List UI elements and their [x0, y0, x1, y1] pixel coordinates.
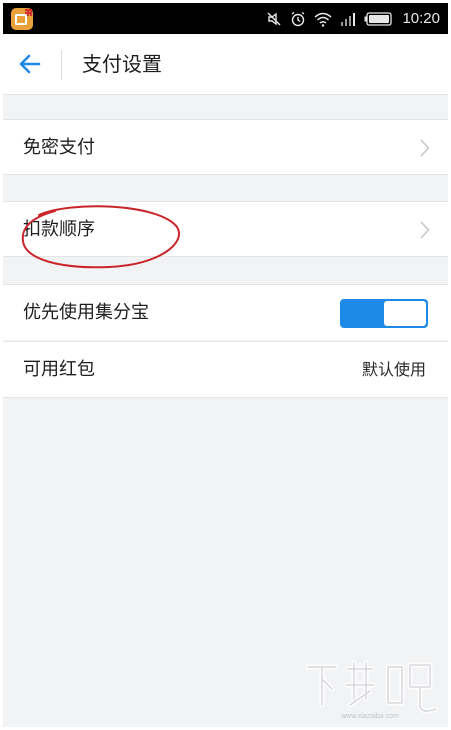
alarm-icon: [292, 11, 305, 26]
watermark-logo: www.xiazaiba.com: [305, 660, 439, 720]
app-notification-icon: [11, 8, 33, 30]
back-arrow-icon[interactable]: [17, 52, 43, 76]
chevron-right-icon: [420, 139, 430, 157]
settings-item-password-free-payment[interactable]: 免密支付: [3, 119, 448, 175]
settings-item-label: 扣款顺序: [23, 219, 95, 240]
settings-item-available-red-packet[interactable]: 可用红包 默认使用: [3, 342, 448, 398]
settings-item-deduction-order[interactable]: 扣款顺序: [3, 201, 448, 257]
battery-icon: [364, 11, 393, 26]
settings-item-label: 免密支付: [23, 137, 95, 158]
prefer-jifenbao-toggle[interactable]: [340, 299, 428, 328]
page-title: 支付设置: [82, 52, 162, 76]
title-divider: [61, 50, 62, 80]
title-bar: 支付设置: [3, 34, 448, 95]
signal-icon: [341, 12, 356, 26]
settings-item-label: 优先使用集分宝: [23, 302, 149, 323]
toggle-knob: [384, 301, 426, 326]
red-packet-value: 默认使用: [361, 360, 426, 379]
status-time: 10:20: [402, 10, 440, 27]
app-screen: 10:20 支付设置 免密支付 扣款顺序 优先使用集分宝 可用红包 默认使用 w…: [3, 3, 448, 727]
wifi-icon: [314, 12, 332, 27]
watermark-url: www.xiazaiba.com: [340, 713, 399, 720]
settings-item-prefer-jifenbao: 优先使用集分宝: [3, 284, 448, 340]
status-bar: 10:20: [3, 3, 448, 34]
chevron-right-icon: [420, 221, 430, 239]
mute-icon: [267, 12, 281, 25]
settings-item-label: 可用红包: [23, 359, 95, 380]
